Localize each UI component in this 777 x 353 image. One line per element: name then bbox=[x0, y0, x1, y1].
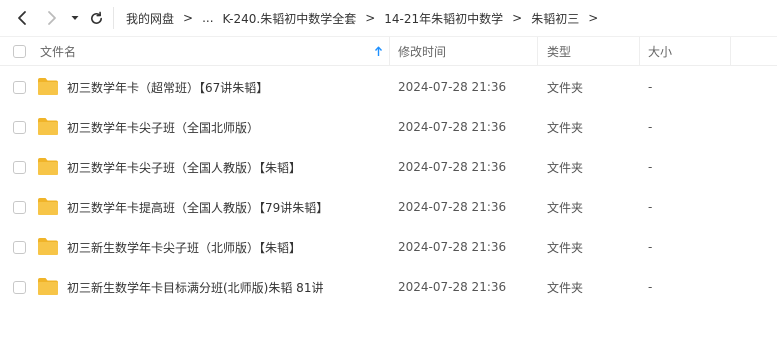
toolbar: 我的网盘 > ... K-240.朱韬初中数学全套 > 14-21年朱韬初中数学… bbox=[0, 0, 777, 36]
breadcrumb-item[interactable]: K-240.朱韬初中数学全套 bbox=[223, 10, 357, 27]
file-size: - bbox=[648, 280, 653, 294]
folder-icon bbox=[38, 238, 58, 255]
column-modified-label: 修改时间 bbox=[398, 45, 447, 59]
chevron-right-icon: > bbox=[183, 11, 194, 25]
folder-icon bbox=[38, 118, 58, 135]
row-checkbox[interactable] bbox=[13, 281, 26, 294]
file-type: 文件夹 bbox=[547, 120, 584, 135]
column-header-modified[interactable]: 修改时间 bbox=[398, 37, 446, 66]
table-row[interactable]: 初三数学年卡提高班（全国人教版）【79讲朱韬】 2024-07-28 21:36 文… bbox=[0, 187, 777, 227]
breadcrumb-root[interactable]: 我的网盘 bbox=[126, 10, 174, 27]
column-header-type[interactable]: 类型 bbox=[547, 37, 571, 66]
file-type: 文件夹 bbox=[547, 280, 584, 295]
file-name[interactable]: 初三数学年卡（超常班）【67讲朱韬】 bbox=[67, 67, 268, 107]
row-checkbox[interactable] bbox=[13, 81, 26, 94]
file-name[interactable]: 初三数学年卡提高班（全国人教版）【79讲朱韬】 bbox=[67, 187, 328, 227]
chevron-right-icon: > bbox=[512, 11, 523, 25]
table-row[interactable]: 初三数学年卡尖子班（全国人教版）【朱韬】 2024-07-28 21:36 文件夹 - bbox=[0, 147, 777, 187]
column-divider[interactable] bbox=[639, 37, 640, 66]
file-size: - bbox=[648, 120, 653, 134]
history-dropdown-button[interactable] bbox=[68, 6, 82, 30]
file-type: 文件夹 bbox=[547, 200, 584, 215]
file-modified: 2024-07-28 21:36 bbox=[398, 120, 507, 134]
file-modified: 2024-07-28 21:36 bbox=[398, 240, 507, 254]
table-row[interactable]: 初三新生数学年卡目标满分班(北师版)朱韬 81讲 2024-07-28 21:36… bbox=[0, 267, 777, 307]
column-type-label: 类型 bbox=[547, 45, 572, 59]
file-name[interactable]: 初三新生数学年卡目标满分班(北师版)朱韬 81讲 bbox=[67, 267, 323, 307]
folder-icon bbox=[38, 158, 58, 175]
file-size: - bbox=[648, 80, 653, 94]
file-size: - bbox=[648, 240, 653, 254]
breadcrumb-ellipsis[interactable]: ... bbox=[202, 11, 213, 25]
folder-icon bbox=[38, 278, 58, 295]
breadcrumb-item[interactable]: 14-21年朱韬初中数学 bbox=[384, 10, 503, 27]
row-checkbox[interactable] bbox=[13, 161, 26, 174]
file-list-header: 文件名 修改时间 类型 大小 bbox=[0, 36, 777, 66]
table-row[interactable]: 初三新生数学年卡尖子班（北师版）【朱韬】 2024-07-28 21:36 文件夹 - bbox=[0, 227, 777, 267]
table-row[interactable]: 初三数学年卡尖子班（全国北师版） 2024-07-28 21:36 文件夹 - bbox=[0, 107, 777, 147]
file-size: - bbox=[648, 160, 653, 174]
refresh-button[interactable] bbox=[86, 6, 106, 30]
folder-icon bbox=[38, 78, 58, 95]
column-divider[interactable] bbox=[389, 37, 390, 66]
file-type: 文件夹 bbox=[547, 240, 584, 255]
row-checkbox[interactable] bbox=[13, 241, 26, 254]
toolbar-divider bbox=[113, 7, 114, 29]
file-size: - bbox=[648, 200, 653, 214]
column-header-name[interactable]: 文件名 bbox=[40, 37, 76, 66]
table-row[interactable]: 初三数学年卡（超常班）【67讲朱韬】 2024-07-28 21:36 文件夹 - bbox=[0, 67, 777, 107]
column-size-label: 大小 bbox=[648, 45, 673, 59]
row-checkbox[interactable] bbox=[13, 201, 26, 214]
caret-down-icon bbox=[71, 16, 79, 20]
back-icon bbox=[18, 11, 26, 25]
file-type: 文件夹 bbox=[547, 80, 584, 95]
column-divider[interactable] bbox=[537, 37, 538, 66]
file-name[interactable]: 初三新生数学年卡尖子班（北师版）【朱韬】 bbox=[67, 227, 301, 267]
file-name[interactable]: 初三数学年卡尖子班（全国北师版） bbox=[67, 107, 259, 147]
back-button[interactable] bbox=[12, 6, 32, 30]
column-name-label: 文件名 bbox=[40, 45, 77, 59]
refresh-icon bbox=[90, 11, 102, 24]
file-modified: 2024-07-28 21:36 bbox=[398, 160, 507, 174]
chevron-right-icon: > bbox=[588, 11, 599, 25]
forward-icon bbox=[48, 11, 56, 25]
breadcrumb: 我的网盘 > ... K-240.朱韬初中数学全套 > 14-21年朱韬初中数学… bbox=[126, 0, 607, 36]
select-all-checkbox[interactable] bbox=[13, 45, 26, 58]
row-checkbox[interactable] bbox=[13, 121, 26, 134]
file-modified: 2024-07-28 21:36 bbox=[398, 80, 507, 94]
chevron-right-icon: > bbox=[365, 11, 376, 25]
file-modified: 2024-07-28 21:36 bbox=[398, 280, 507, 294]
breadcrumb-current[interactable]: 朱韬初三 bbox=[531, 10, 579, 27]
forward-button[interactable] bbox=[42, 6, 62, 30]
folder-icon bbox=[38, 198, 58, 215]
file-type: 文件夹 bbox=[547, 160, 584, 175]
file-name[interactable]: 初三数学年卡尖子班（全国人教版）【朱韬】 bbox=[67, 147, 301, 187]
column-divider[interactable] bbox=[730, 37, 731, 66]
sort-ascending-icon[interactable] bbox=[374, 37, 383, 66]
column-header-size[interactable]: 大小 bbox=[648, 37, 672, 66]
file-modified: 2024-07-28 21:36 bbox=[398, 200, 507, 214]
